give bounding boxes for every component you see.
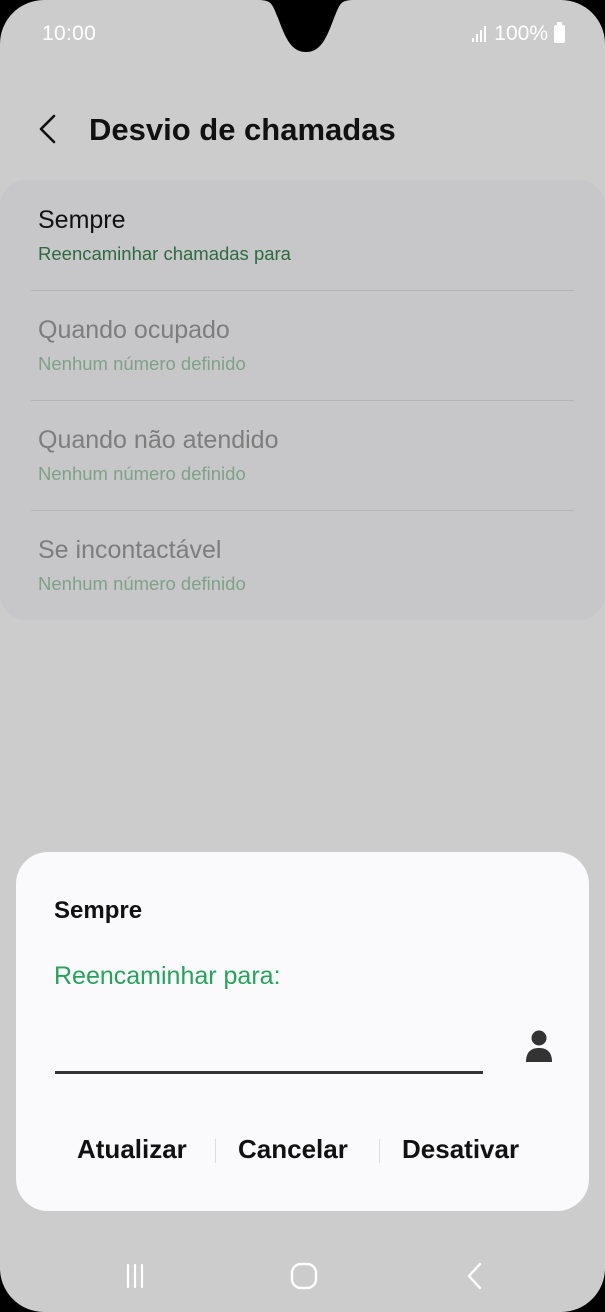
option-when-unanswered[interactable]: Quando não atendido Nenhum número defini… (0, 400, 605, 510)
option-title: Quando não atendido (38, 426, 279, 454)
cancel-button[interactable]: Cancelar (238, 1134, 348, 1165)
forward-to-label: Reencaminhar para: (54, 962, 281, 990)
person-icon (526, 1030, 552, 1062)
back-icon (467, 1262, 482, 1290)
button-separator (379, 1139, 380, 1163)
option-title: Quando ocupado (38, 316, 230, 344)
navigation-bar (0, 1244, 605, 1312)
option-always[interactable]: Sempre Reencaminhar chamadas para (0, 180, 605, 290)
nav-back-button[interactable] (445, 1256, 505, 1296)
page-title: Desvio de chamadas (89, 112, 396, 147)
forwarding-options-list: Sempre Reencaminhar chamadas para Quando… (0, 180, 605, 620)
option-subtitle: Reencaminhar chamadas para (38, 243, 291, 264)
signal-icon (472, 26, 487, 42)
back-button[interactable] (28, 110, 72, 154)
button-separator (215, 1139, 216, 1163)
home-button[interactable] (274, 1256, 334, 1296)
dialog-actions: Atualizar Cancelar Desativar (16, 1128, 589, 1174)
camera-notch (258, 0, 354, 52)
status-time: 10:00 (42, 22, 97, 45)
chevron-left-icon (39, 114, 56, 144)
phone-screen: 10:00 100% Desvio de chamadas Sempre Ree… (0, 0, 605, 1312)
forward-number-input[interactable] (55, 1018, 483, 1074)
disable-button[interactable]: Desativar (402, 1134, 519, 1165)
status-bar: 10:00 100% (0, 0, 605, 70)
dialog-title: Sempre (54, 897, 143, 924)
home-icon (290, 1262, 318, 1290)
option-title: Se incontactável (38, 536, 222, 564)
recent-apps-button[interactable] (105, 1256, 165, 1296)
option-when-unreachable[interactable]: Se incontactável Nenhum número definido (0, 510, 605, 620)
update-button[interactable]: Atualizar (77, 1134, 187, 1165)
option-subtitle: Nenhum número definido (38, 573, 246, 594)
battery-icon (554, 22, 565, 43)
option-subtitle: Nenhum número definido (38, 463, 246, 484)
option-when-busy[interactable]: Quando ocupado Nenhum número definido (0, 290, 605, 400)
status-indicators: 100% (472, 22, 565, 46)
option-title: Sempre (38, 206, 126, 234)
recent-apps-icon (126, 1263, 144, 1289)
battery-percentage: 100% (494, 22, 548, 45)
option-subtitle: Nenhum número definido (38, 353, 246, 374)
app-header: Desvio de chamadas (0, 100, 605, 162)
contact-picker-button[interactable] (520, 1028, 558, 1068)
